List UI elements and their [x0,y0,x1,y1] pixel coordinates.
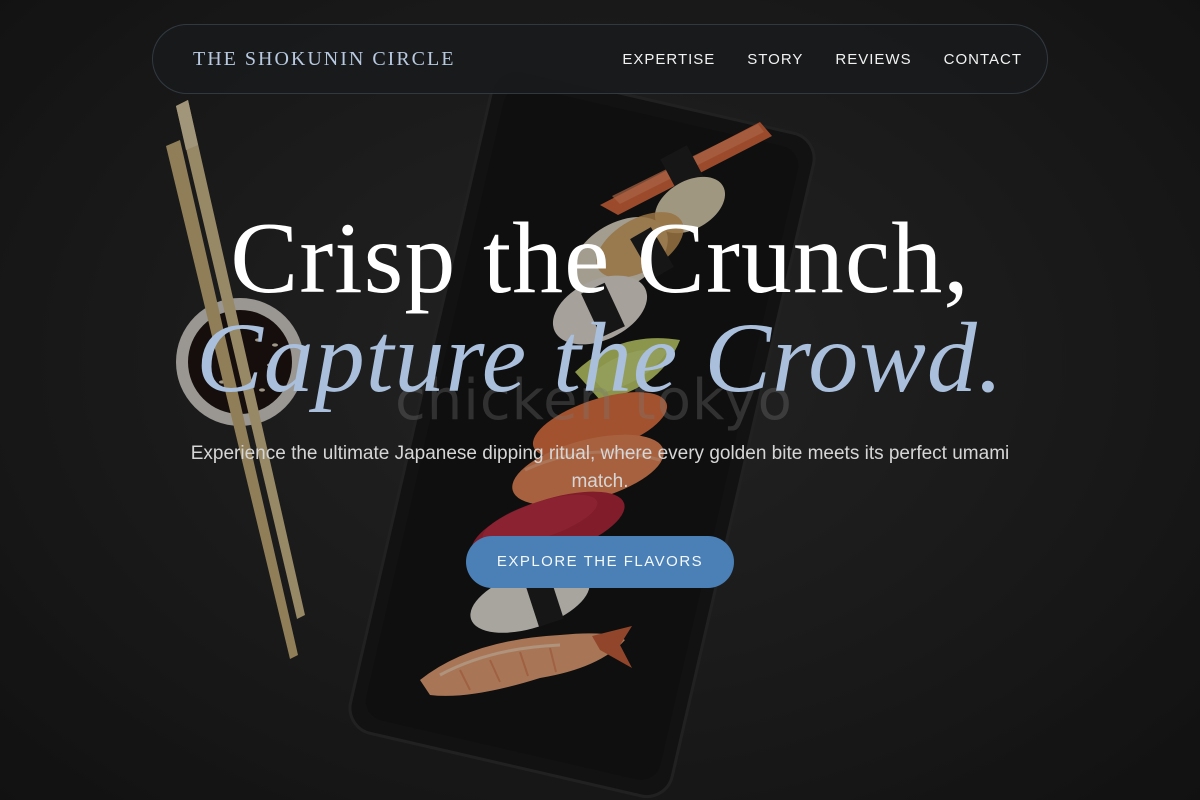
nav-link-reviews[interactable]: REVIEWS [835,51,911,68]
brand-logo[interactable]: THE SHOKUNIN CIRCLE [193,48,455,71]
hero-section: Crisp the Crunch, Capture the Crowd. Exp… [0,208,1200,588]
nav-links: EXPERTISE STORY REVIEWS CONTACT [622,51,1022,68]
hero-headline-line1: Crisp the Crunch, [230,202,970,315]
landing-page: chicken tokyo THE SHOKUNIN CIRCLE EXPERT… [0,0,1200,800]
top-navigation: THE SHOKUNIN CIRCLE EXPERTISE STORY REVI… [152,24,1048,94]
nav-link-expertise[interactable]: EXPERTISE [622,51,715,68]
hero-subtitle: Experience the ultimate Japanese dipping… [190,443,1010,492]
nav-link-story[interactable]: STORY [747,51,803,68]
hero-headline-line2: Capture the Crowd. [196,302,1004,413]
explore-flavors-button[interactable]: EXPLORE THE FLAVORS [466,536,734,588]
nav-link-contact[interactable]: CONTACT [944,51,1022,68]
